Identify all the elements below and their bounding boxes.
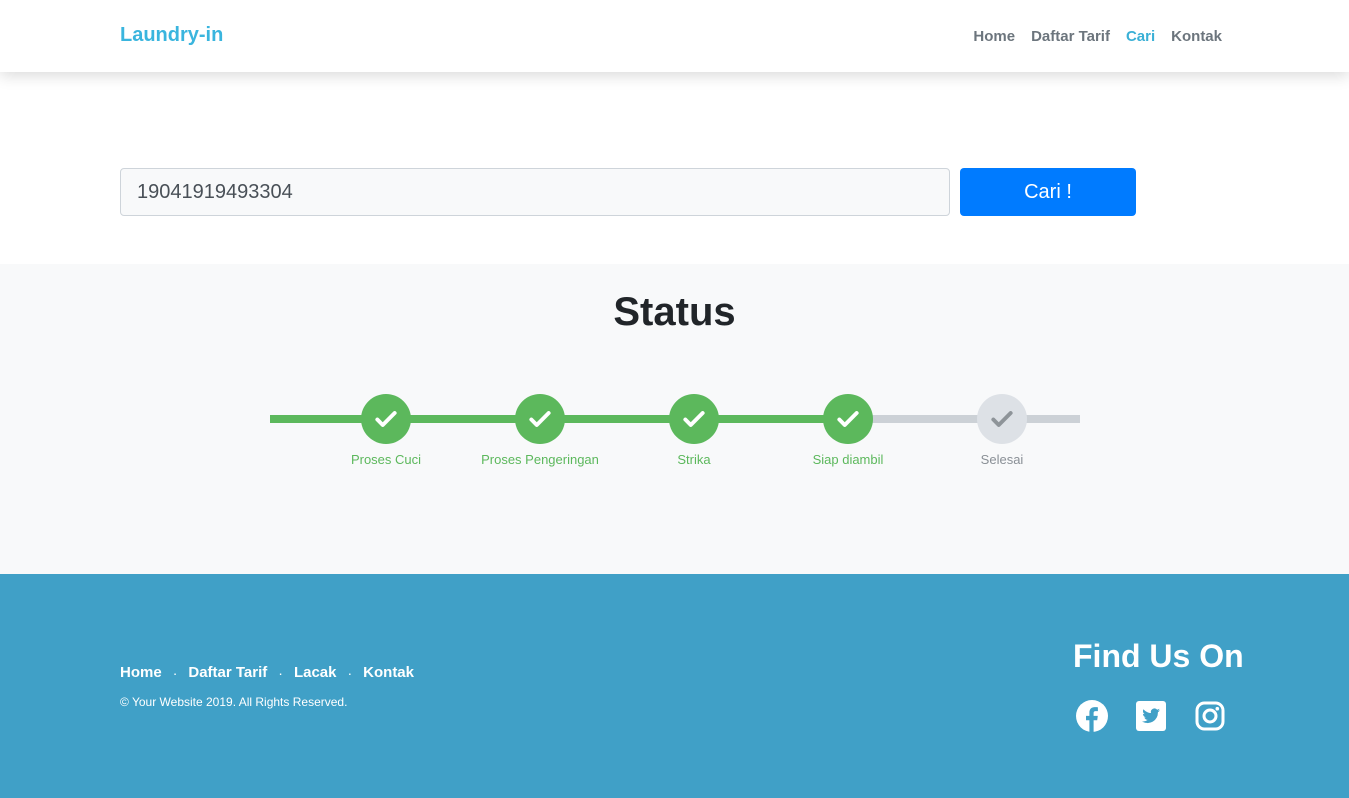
- brand-logo[interactable]: Laundry-in: [120, 24, 223, 47]
- footer-link-lacak[interactable]: Lacak: [294, 664, 337, 681]
- navbar: Laundry-in Home Daftar Tarif Cari Kontak: [0, 0, 1349, 72]
- footer-link-kontak[interactable]: Kontak: [363, 664, 414, 681]
- nav-link-kontak[interactable]: Kontak: [1171, 28, 1222, 45]
- twitter-icon[interactable]: [1134, 699, 1168, 733]
- status-section: Status Proses Cuci Proses Pengeringan St…: [0, 264, 1349, 574]
- footer-separator: ·: [347, 664, 353, 681]
- search-button[interactable]: Cari !: [960, 168, 1136, 216]
- search-input[interactable]: [120, 168, 950, 216]
- step-label: Proses Pengeringan: [481, 452, 599, 467]
- nav-links: Home Daftar Tarif Cari Kontak: [973, 28, 1222, 45]
- check-icon: [515, 394, 565, 444]
- step-label: Siap diambil: [812, 452, 884, 467]
- find-us-heading: Find Us On: [1073, 638, 1244, 674]
- instagram-icon[interactable]: [1193, 699, 1227, 733]
- step-selesai: Selesai: [922, 394, 1082, 467]
- copyright-text: © Your Website 2019. All Rights Reserved…: [120, 695, 348, 709]
- check-icon: [669, 394, 719, 444]
- nav-link-daftar-tarif[interactable]: Daftar Tarif: [1031, 28, 1110, 45]
- status-title: Status: [613, 290, 736, 334]
- step-label: Selesai: [980, 452, 1024, 467]
- step-strika: Strika: [614, 394, 774, 467]
- step-label: Strika: [677, 452, 711, 467]
- footer-link-daftar-tarif[interactable]: Daftar Tarif: [188, 664, 267, 681]
- footer-link-home[interactable]: Home: [120, 664, 162, 681]
- step-proses-cuci: Proses Cuci: [306, 394, 466, 467]
- check-icon: [361, 394, 411, 444]
- step-siap-diambil: Siap diambil: [768, 394, 928, 467]
- step-proses-pengeringan: Proses Pengeringan: [460, 394, 620, 467]
- footer-separator: ·: [172, 664, 178, 681]
- footer: Home · Daftar Tarif · Lacak · Kontak © Y…: [0, 574, 1349, 798]
- check-icon: [823, 394, 873, 444]
- step-label: Proses Cuci: [350, 452, 422, 467]
- facebook-icon[interactable]: [1075, 699, 1109, 733]
- check-icon: [977, 394, 1027, 444]
- footer-separator: ·: [278, 664, 283, 681]
- nav-link-home[interactable]: Home: [973, 28, 1015, 45]
- nav-link-cari[interactable]: Cari: [1126, 28, 1155, 45]
- footer-links: Home · Daftar Tarif · Lacak · Kontak: [120, 664, 414, 681]
